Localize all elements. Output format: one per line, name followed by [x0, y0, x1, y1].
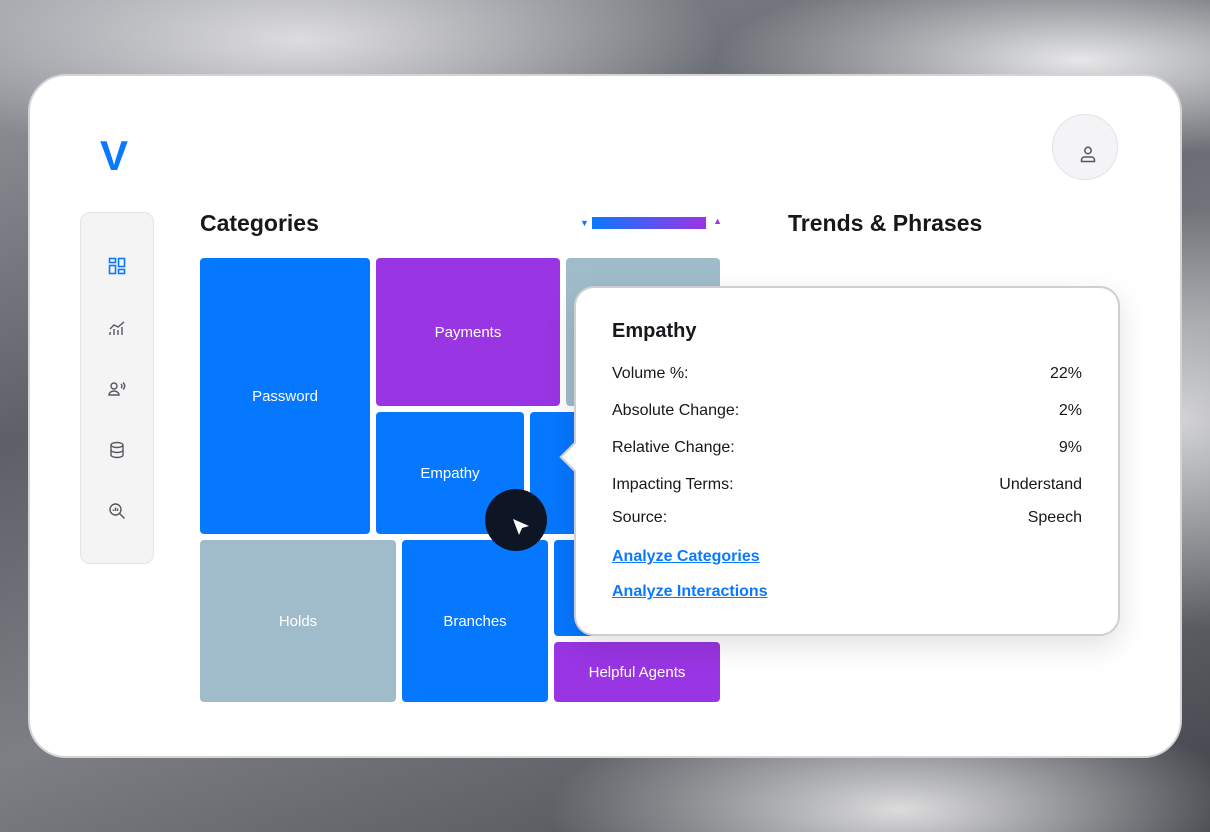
tooltip-row-absolute-change: Absolute Change: 2% [612, 402, 1082, 420]
tooltip-row-value: 22% [1049, 365, 1082, 382]
chart-icon[interactable] [106, 317, 128, 339]
tooltip-row-impacting-terms: Impacting Terms: Understand [612, 476, 1082, 494]
tile-helpful-agents[interactable]: Helpful Agents [554, 642, 720, 702]
main-panel: V Categories ▼ ▲ Trends & Phrases Passwo… [28, 74, 1182, 758]
color-legend: ▼ ▲ [580, 216, 722, 230]
tile-branches[interactable]: Branches [402, 540, 548, 702]
tooltip-row-label: Source: [612, 509, 668, 526]
legend-high-marker: ▲ [713, 216, 722, 226]
tooltip-row-volume: Volume %: 22% [612, 365, 1082, 383]
categories-title: Categories [200, 210, 319, 236]
user-avatar[interactable] [1052, 114, 1118, 180]
dashboard-icon[interactable] [106, 255, 128, 277]
tooltip-row-value: Speech [1027, 509, 1082, 526]
tooltip-row-source: Source: Speech [612, 509, 1082, 527]
legend-low-marker: ▼ [580, 218, 589, 228]
database-icon[interactable] [106, 439, 128, 461]
tooltip-row-label: Impacting Terms: [612, 476, 734, 493]
tooltip-row-label: Volume %: [612, 365, 689, 382]
trends-title: Trends & Phrases [788, 210, 983, 236]
tooltip-row-relative-change: Relative Change: 9% [612, 439, 1082, 457]
tile-password[interactable]: Password [200, 258, 370, 534]
legend-gradient-bar [592, 217, 706, 229]
user-icon [1080, 146, 1096, 163]
tooltip-title: Empathy [612, 320, 697, 342]
search-chart-icon[interactable] [106, 500, 128, 522]
category-tooltip: Empathy Volume %: 22% Absolute Change: 2… [559, 286, 1120, 636]
tooltip-row-value: 9% [1058, 439, 1082, 456]
tooltip-row-label: Absolute Change: [612, 402, 740, 419]
tooltip-row-value: 2% [1058, 402, 1082, 419]
mouse-cursor [485, 489, 547, 551]
cursor-arrow-icon [513, 519, 529, 535]
sidebar [80, 212, 154, 564]
analyze-interactions-link[interactable]: Analyze Interactions [612, 583, 768, 601]
tooltip-row-value: Understand [999, 476, 1082, 493]
app-logo[interactable]: V [100, 132, 128, 180]
analyze-categories-link[interactable]: Analyze Categories [612, 548, 760, 566]
tooltip-row-label: Relative Change: [612, 439, 735, 456]
tile-payments[interactable]: Payments [376, 258, 560, 406]
speaker-user-icon[interactable] [106, 378, 128, 400]
tile-holds[interactable]: Holds [200, 540, 396, 702]
